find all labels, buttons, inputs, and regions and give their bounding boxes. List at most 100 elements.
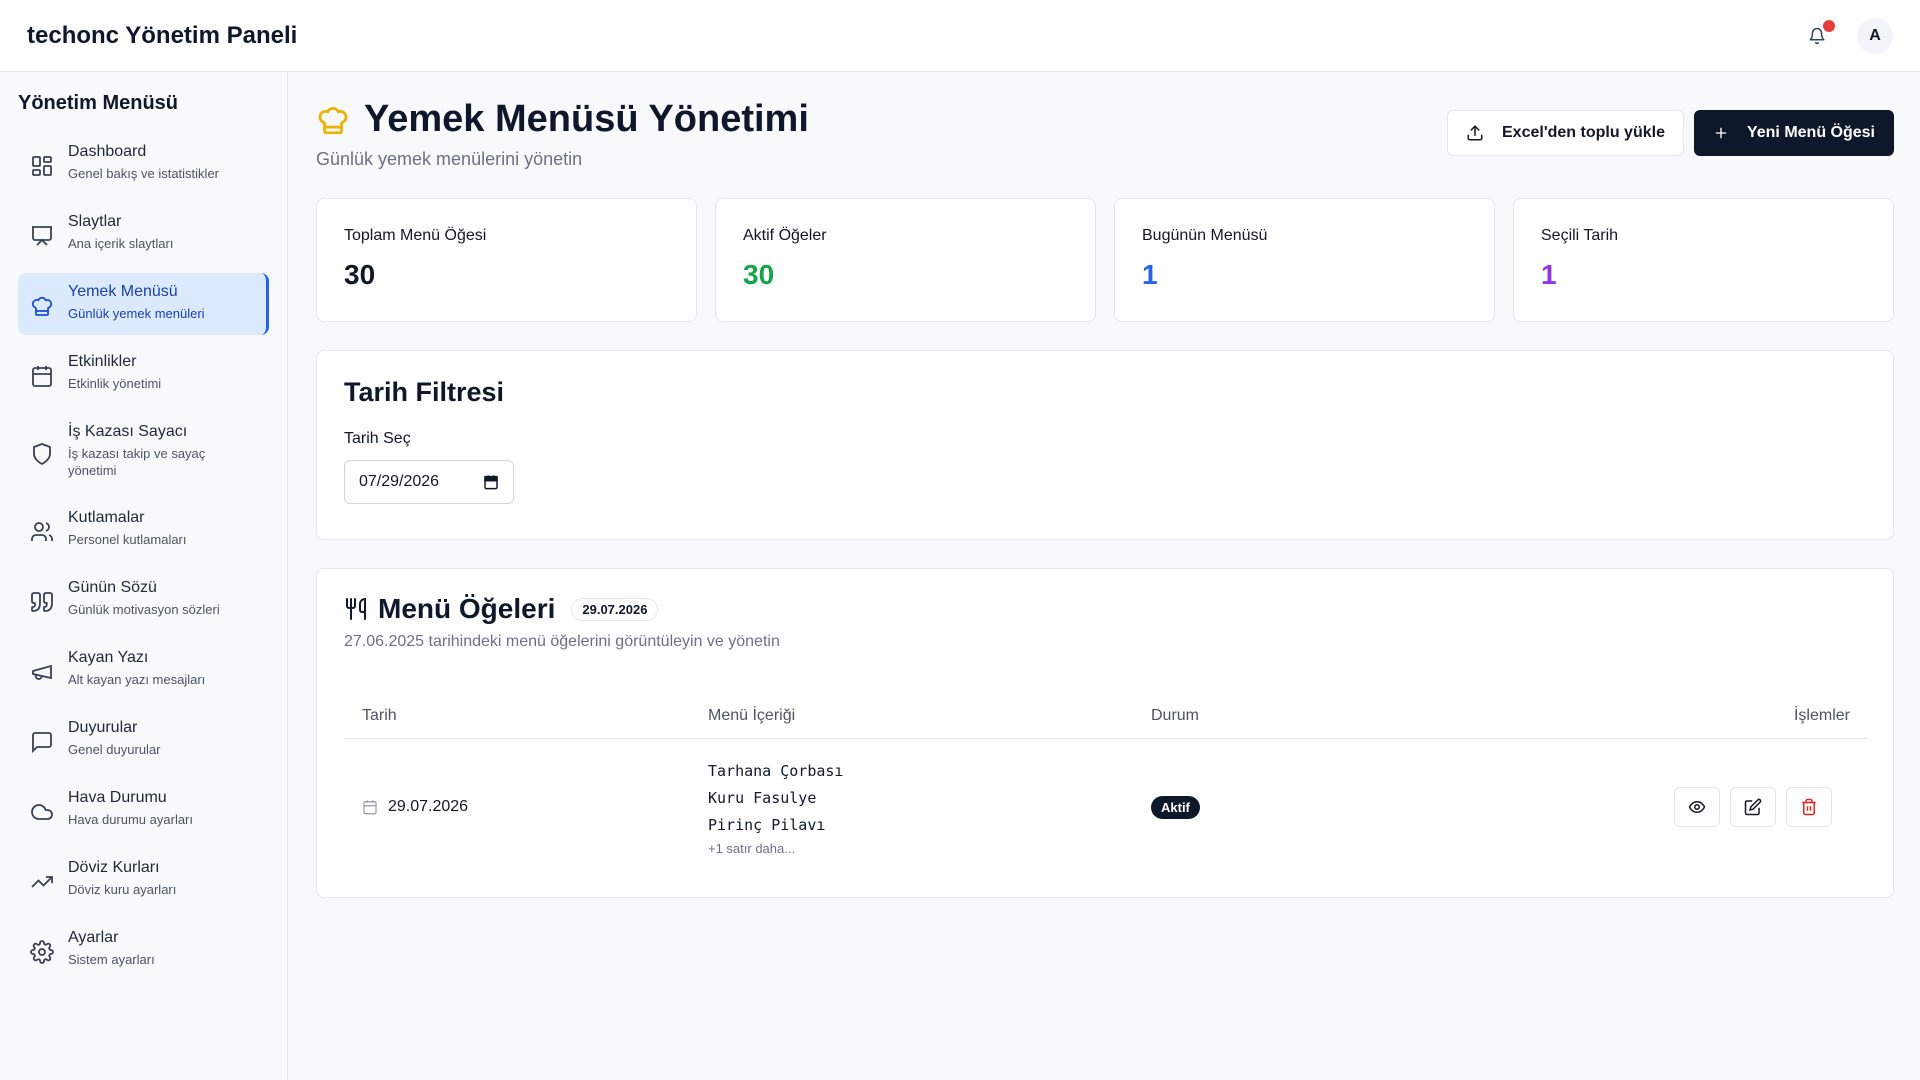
edit-icon (1744, 798, 1762, 816)
calendar-icon (32, 366, 52, 387)
sidebar-item-label: Günün Sözü (68, 579, 157, 596)
sidebar-item-sub: Hava durumu ayarları (68, 812, 193, 827)
date-badge: 29.07.2026 (571, 597, 659, 621)
stat-label: Bugünün Menüsü (1142, 227, 1268, 244)
sidebar-title: Yönetim Menüsü (18, 92, 179, 114)
stats-row: Toplam Menü Öğesi 30 Aktif Öğeler 30 Bug… (316, 198, 1894, 322)
table-header: Tarih Menü İçeriği Durum İşlemler (344, 693, 1868, 739)
eye-icon (1688, 800, 1706, 814)
sidebar-item-doviz-kurlari[interactable]: Döviz Kurları Döviz kuru ayarları (18, 849, 269, 911)
stat-card-today: Bugünün Menüsü 1 (1114, 198, 1495, 322)
app-title: techonc Yönetim Paneli (27, 21, 298, 49)
cloud-icon (31, 804, 53, 820)
sidebar-item-sub: Personel kutlamaları (68, 532, 187, 547)
sidebar-item-hava-durumu[interactable]: Hava Durumu Hava durumu ayarları (18, 779, 269, 841)
sidebar-item-label: Slaytlar (68, 213, 122, 230)
sidebar-item-sub: İş kazası takip ve sayaç yönetimi (68, 446, 206, 478)
date-input[interactable]: 07/29/2026 (344, 460, 514, 504)
stat-card-active: Aktif Öğeler 30 (715, 198, 1096, 322)
chef-hat-icon (31, 296, 53, 316)
stat-value: 30 (344, 259, 376, 290)
stat-value: 1 (1142, 259, 1158, 290)
date-filter-card: Tarih Filtresi Tarih Seç 07/29/2026 (316, 350, 1894, 540)
sidebar-item-sub: Günlük yemek menüleri (68, 306, 205, 321)
sidebar-item-kutlamalar[interactable]: Kutlamalar Personel kutlamaları (18, 499, 269, 561)
menu-items-subtitle: 27.06.2025 tarihindeki menü öğelerini gö… (344, 633, 780, 650)
column-header-date: Tarih (362, 706, 397, 724)
sidebar-item-sub: Sistem ayarları (68, 952, 155, 967)
table-row: 29.07.2026 Tarhana Çorbası Kuru Fasulye … (344, 739, 1868, 875)
sidebar-item-label: Ayarlar (68, 929, 119, 946)
status-badge: Aktif (1151, 795, 1200, 819)
shield-icon (33, 443, 51, 466)
sidebar-item-duyurular[interactable]: Duyurular Genel duyurular (18, 709, 269, 771)
menu-line: Kuru Fasulye (708, 789, 817, 807)
trash-icon (1802, 798, 1816, 816)
sidebar: Yönetim Menüsü Dashboard Genel bakış ve i… (0, 72, 288, 1080)
sidebar-item-label: Kayan Yazı (68, 649, 149, 666)
view-button[interactable] (1674, 787, 1720, 827)
quote-icon (31, 592, 53, 612)
delete-button[interactable] (1786, 787, 1832, 827)
sidebar-item-sub: Etkinlik yönetimi (68, 376, 162, 391)
column-header-status: Durum (1151, 706, 1200, 724)
upload-icon (1467, 125, 1483, 141)
sidebar-item-etkinlikler[interactable]: Etkinlikler Etkinlik yönetimi (18, 343, 269, 405)
sidebar-item-ayarlar[interactable]: Ayarlar Sistem ayarları (18, 919, 269, 981)
calendar-icon[interactable] (483, 474, 499, 490)
sidebar-item-label: Hava Durumu (68, 789, 167, 806)
stat-label: Toplam Menü Öğesi (344, 227, 487, 244)
sidebar-item-sub: Günlük motivasyon sözleri (68, 602, 220, 617)
sidebar-item-label: Dashboard (68, 143, 147, 160)
sidebar-item-label: İş Kazası Sayacı (68, 423, 188, 440)
utensils-icon (346, 597, 366, 620)
sidebar-item-is-kazasi[interactable]: İş Kazası Sayacı İş kazası takip ve sayaç… (18, 413, 269, 491)
presentation-icon (32, 226, 52, 246)
main-content: Yemek Menüsü Yönetimi Günlük yemek menül… (316, 72, 1894, 1080)
notifications-button[interactable] (1799, 18, 1835, 54)
sidebar-item-label: Kutlamalar (68, 509, 145, 526)
chef-hat-icon (318, 106, 348, 134)
notification-dot (1823, 19, 1835, 32)
sidebar-item-sub: Ana içerik slaytları (68, 236, 174, 251)
new-menu-item-label: Yeni Menü Öğesi (1746, 124, 1875, 141)
stat-card-selected-date: Seçili Tarih 1 (1513, 198, 1894, 322)
edit-button[interactable] (1730, 787, 1776, 827)
sidebar-item-label: Etkinlikler (68, 353, 137, 370)
sidebar-item-sub: Genel bakış ve istatistikler (68, 166, 220, 181)
gear-icon (30, 940, 54, 964)
excel-upload-button[interactable]: Excel'den toplu yükle (1447, 110, 1684, 156)
sidebar-item-sub: Alt kayan yazı mesajları (68, 672, 206, 687)
dashboard-icon (32, 156, 52, 176)
column-header-content: Menü İçeriği (708, 706, 796, 724)
sidebar-item-gunun-sozu[interactable]: Günün Sözü Günlük motivasyon sözleri (18, 569, 269, 631)
menu-line: Tarhana Çorbası (708, 762, 844, 780)
users-icon (31, 522, 53, 541)
excel-upload-label: Excel'den toplu yükle (1502, 124, 1665, 141)
sidebar-item-kayan-yazi[interactable]: Kayan Yazı Alt kayan yazı mesajları (18, 639, 269, 701)
top-bar: techonc Yönetim Paneli A (0, 0, 1920, 72)
avatar[interactable]: A (1857, 17, 1893, 54)
trending-up-icon (31, 876, 53, 888)
date-input-value: 07/29/2026 (359, 473, 440, 490)
sidebar-item-sub: Genel duyurular (68, 742, 161, 757)
sidebar-item-label: Döviz Kurları (68, 859, 160, 876)
column-header-actions: İşlemler (1793, 706, 1850, 724)
stat-value: 1 (1541, 259, 1557, 290)
date-field-label: Tarih Seç (344, 430, 411, 447)
stat-label: Seçili Tarih (1541, 227, 1619, 244)
sidebar-item-dashboard[interactable]: Dashboard Genel bakış ve istatistikler (18, 133, 269, 195)
page-title: Yemek Menüsü Yönetimi (364, 98, 809, 140)
sidebar-item-yemek-menusu[interactable]: Yemek Menüsü Günlük yemek menüleri (18, 273, 269, 335)
message-icon (32, 732, 52, 754)
sidebar-item-label: Duyurular (68, 719, 138, 736)
new-menu-item-button[interactable]: Yeni Menü Öğesi (1693, 110, 1894, 156)
menu-line: Pirinç Pilavı (708, 816, 826, 834)
row-date: 29.07.2026 (388, 798, 469, 815)
more-lines-text: +1 satır daha... (708, 841, 796, 856)
menu-items-title: Menü Öğeleri (378, 593, 556, 624)
sidebar-item-slaytlar[interactable]: Slaytlar Ana içerik slaytları (18, 203, 269, 265)
sidebar-item-label: Yemek Menüsü (68, 283, 178, 300)
stat-label: Aktif Öğeler (743, 227, 827, 244)
filter-title: Tarih Filtresi (344, 377, 505, 407)
